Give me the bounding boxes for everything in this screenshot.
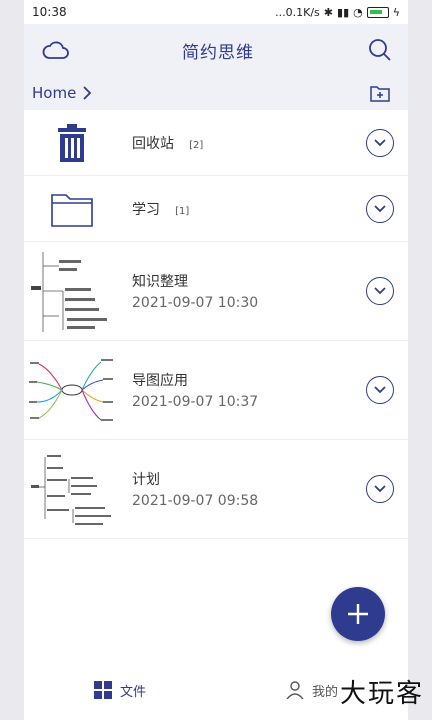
battery-icon [366,6,389,18]
item-count: [1] [175,205,190,217]
list-item-folder[interactable]: 学习 [1] [24,176,408,242]
chevron-right-icon [83,86,92,100]
status-time: 10:38 [32,5,67,19]
breadcrumb: Home [24,76,408,110]
chevron-down-icon [374,138,386,146]
breadcrumb-home-label: Home [32,84,77,102]
status-icons: ...0.1K/s ✱ ▮▮ ◔ ϟ [275,6,400,19]
app-frame: 10:38 ...0.1K/s ✱ ▮▮ ◔ ϟ 简约思维 Home 回收站 [… [24,0,408,720]
item-date: 2021-09-07 10:37 [132,394,259,410]
item-date: 2021-09-07 10:30 [132,295,259,311]
charging-icon: ϟ [392,5,400,19]
app-bar: 简约思维 [24,24,408,76]
item-name: 计划 [132,472,160,488]
file-list: 回收站 [2] 学习 [1] 知识整理 2021-09-07 10:30 导图应… [24,110,408,539]
item-count: [2] [189,139,204,151]
app-title: 简约思维 [182,42,254,63]
list-item-mindmap[interactable]: 知识整理 2021-09-07 10:30 [24,242,408,341]
item-name: 回收站 [132,135,174,152]
item-menu-button[interactable] [366,376,394,404]
cloud-icon[interactable] [42,36,70,64]
list-item-meta: 导图应用 2021-09-07 10:37 [120,370,366,410]
mindmap-thumbnail [24,350,120,430]
list-item-trash[interactable]: 回收站 [2] [24,110,408,176]
search-icon[interactable] [366,36,394,64]
list-item-meta: 学习 [1] [120,199,366,219]
plus-icon [348,604,368,624]
list-item-meta: 知识整理 2021-09-07 10:30 [120,271,366,311]
item-menu-button[interactable] [366,194,394,223]
item-name: 学习 [132,201,160,218]
wifi-icon: ◔ [353,5,363,19]
tab-files-label: 文件 [119,684,146,700]
tab-mine-label: 我的 [311,684,338,700]
trash-thumb [24,123,120,162]
item-date: 2021-09-07 09:58 [132,493,259,509]
list-item-meta: 回收站 [2] [120,133,366,153]
tab-mine[interactable]: 我的 [286,681,338,700]
watermark: 大玩客 [339,679,424,709]
network-speed: ...0.1K/s [275,5,320,19]
list-item-mindmap[interactable]: 计划 2021-09-07 09:58 [24,440,408,539]
new-folder-icon[interactable] [366,79,394,107]
trash-icon [58,123,86,162]
item-name: 知识整理 [132,274,188,290]
chevron-down-icon [374,485,386,493]
chevron-down-icon [374,287,386,295]
chevron-down-icon [374,386,386,394]
signal-icon: ▮▮ [337,5,350,19]
list-item-mindmap[interactable]: 导图应用 2021-09-07 10:37 [24,341,408,440]
list-item-meta: 计划 2021-09-07 09:58 [120,469,366,509]
folder-thumb [24,191,120,227]
bluetooth-icon: ✱ [323,5,334,19]
grid-icon [93,681,112,699]
mindmap-thumbnail [24,449,120,529]
breadcrumb-home[interactable]: Home [32,84,92,102]
item-menu-button[interactable] [366,128,394,157]
status-bar: 10:38 ...0.1K/s ✱ ▮▮ ◔ ϟ [24,0,408,24]
item-name: 导图应用 [132,373,188,389]
item-menu-button[interactable] [366,475,394,503]
item-menu-button[interactable] [366,277,394,305]
tab-files[interactable]: 文件 [93,681,146,700]
folder-icon [51,193,93,227]
user-icon [286,681,304,699]
chevron-down-icon [374,204,386,212]
add-button[interactable] [331,587,385,641]
mindmap-thumbnail [24,246,120,336]
